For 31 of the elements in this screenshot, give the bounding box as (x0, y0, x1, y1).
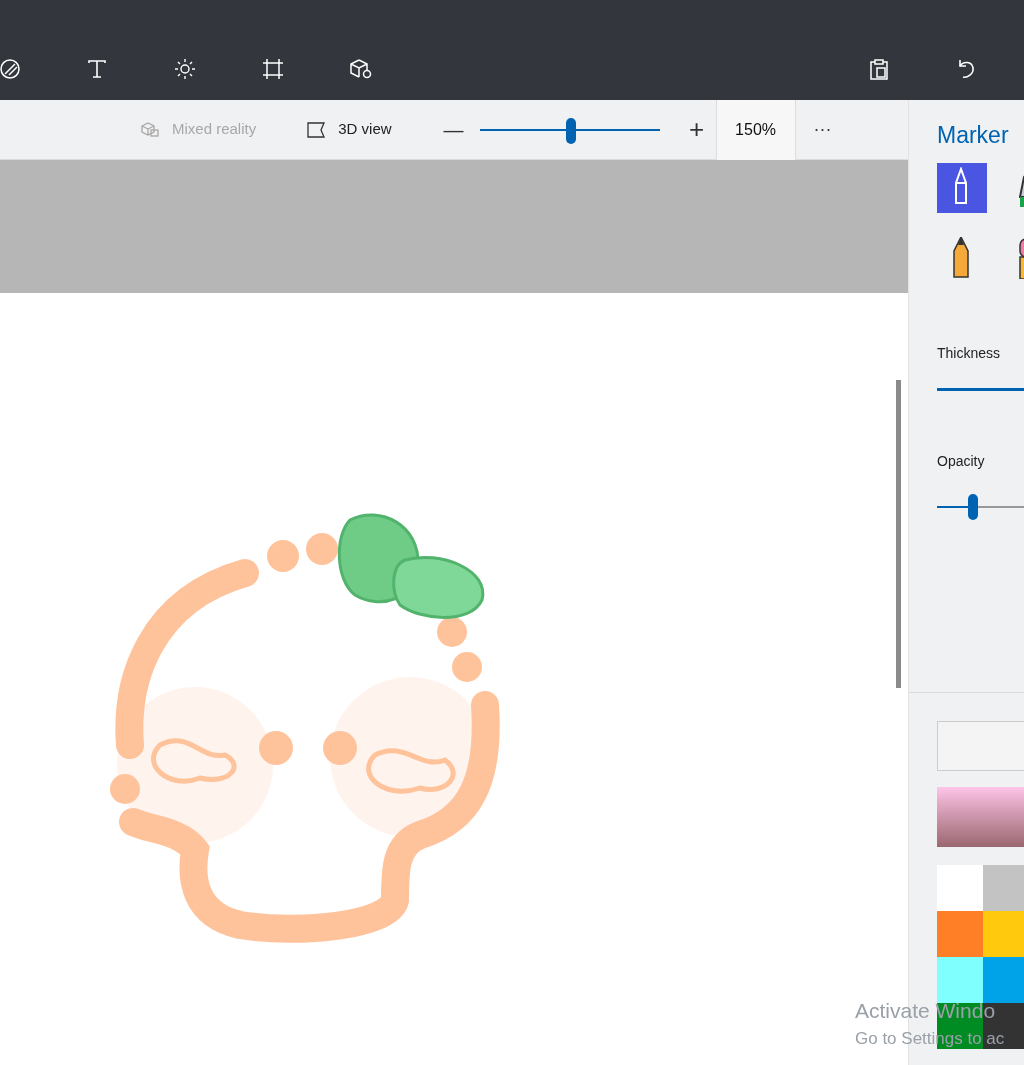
slider-thumb[interactable] (968, 494, 978, 520)
zoom-in-button[interactable]: + (681, 110, 712, 149)
thickness-label: Thickness (937, 344, 1002, 363)
color-swatch[interactable] (983, 865, 1024, 911)
crop-icon[interactable] (262, 58, 284, 80)
scrollbar[interactable] (896, 380, 901, 688)
marker-brush-button[interactable] (937, 163, 987, 213)
panel-title: Marker (937, 124, 1010, 147)
paste-icon[interactable] (869, 58, 889, 80)
flag-icon (306, 120, 327, 139)
cube-icon[interactable] (349, 58, 373, 80)
stickers-icon[interactable] (0, 58, 22, 80)
3d-view-button[interactable]: 3D view (306, 118, 392, 141)
slider-thumb[interactable] (566, 117, 577, 144)
color-swatch[interactable] (937, 911, 983, 957)
color-swatch[interactable] (937, 957, 983, 1003)
zoom-out-button[interactable]: — (441, 114, 466, 145)
brightness-icon[interactable] (174, 58, 196, 80)
undo-icon[interactable] (957, 58, 977, 80)
more-button[interactable]: ··· (813, 116, 832, 143)
color-swatch[interactable] (983, 957, 1024, 1003)
mixed-reality-icon (140, 120, 160, 139)
zoom-field[interactable]: 150% (715, 99, 796, 160)
color-gradient[interactable] (937, 787, 1024, 847)
thickness-slider[interactable] (937, 388, 1024, 391)
current-color-field[interactable] (937, 721, 1024, 771)
color-swatch[interactable] (937, 865, 983, 911)
zoom-slider[interactable] (479, 117, 660, 142)
color-swatch[interactable] (983, 911, 1024, 957)
text-icon[interactable] (87, 59, 107, 79)
opacity-label: Opacity (937, 452, 986, 471)
